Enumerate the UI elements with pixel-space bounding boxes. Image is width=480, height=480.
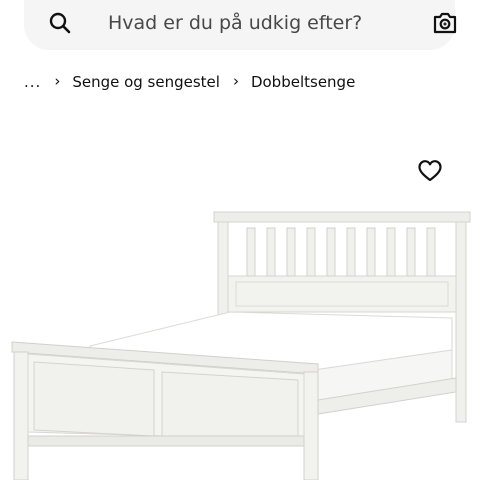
heart-outline-icon[interactable] xyxy=(417,158,443,184)
search-bar[interactable] xyxy=(24,0,458,50)
breadcrumb-item-dobbeltsenge[interactable]: Dobbeltsenge xyxy=(251,73,355,91)
search-input[interactable] xyxy=(108,9,408,37)
breadcrumb: ... › Senge og sengestel › Dobbeltsenge xyxy=(24,70,355,94)
chevron-right-icon: › xyxy=(54,72,61,90)
chevron-right-icon: › xyxy=(232,72,239,90)
breadcrumb-ellipsis[interactable]: ... xyxy=(24,73,41,91)
product-image xyxy=(11,211,471,480)
search-icon xyxy=(49,12,71,34)
camera-icon[interactable] xyxy=(432,11,458,35)
bed-footboard xyxy=(11,341,319,480)
breadcrumb-item-senge-og-sengestel[interactable]: Senge og sengestel xyxy=(72,73,220,91)
